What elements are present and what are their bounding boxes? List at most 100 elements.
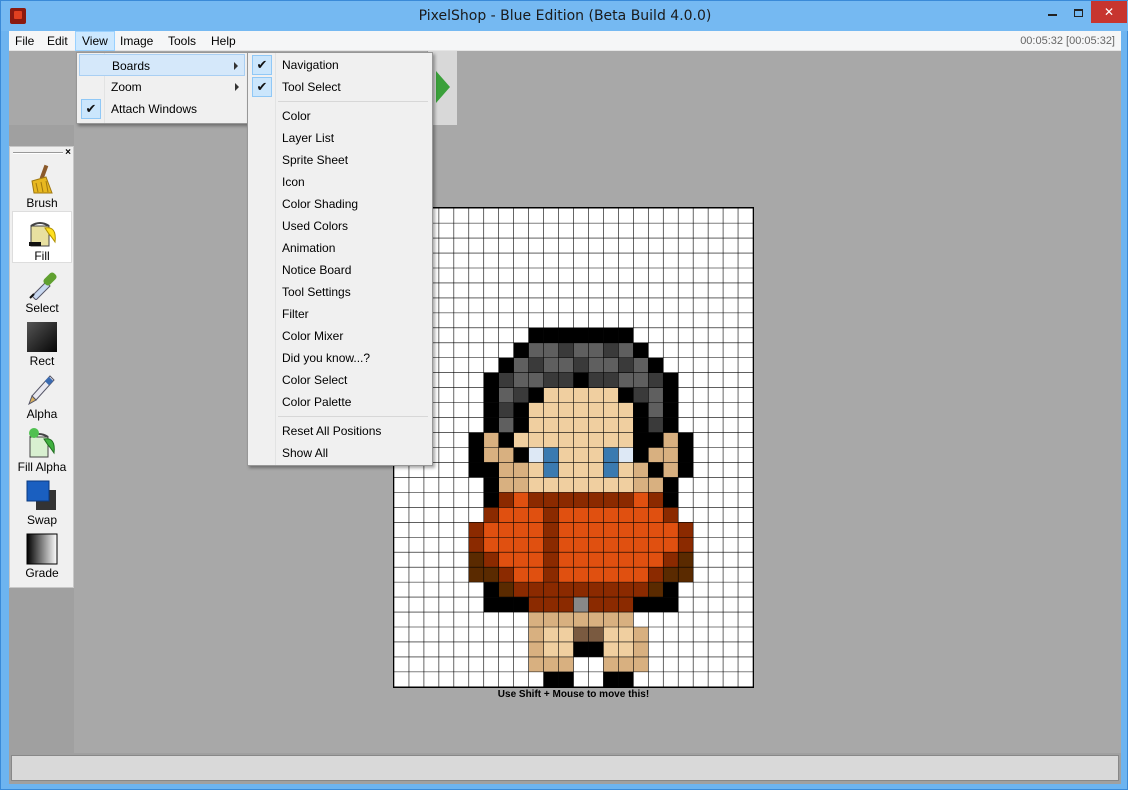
menu-item-zoom[interactable]: Zoom — [79, 76, 245, 98]
pixel — [498, 582, 514, 598]
pixel-canvas[interactable] — [393, 207, 754, 688]
pixel — [483, 462, 499, 478]
pixel — [528, 477, 544, 493]
pixel — [663, 402, 679, 418]
pixel — [498, 357, 514, 373]
pixel — [528, 447, 544, 463]
tool-brush[interactable]: Brush — [12, 159, 72, 211]
menu-item-color[interactable]: Color — [250, 105, 430, 127]
pixel — [603, 582, 619, 598]
maximize-button[interactable] — [1065, 1, 1091, 23]
pixel — [603, 477, 619, 493]
pixel — [513, 342, 529, 358]
pixel — [588, 342, 604, 358]
menu-item-sprite-sheet[interactable]: Sprite Sheet — [250, 149, 430, 171]
menu-help[interactable]: Help — [205, 31, 242, 51]
minimize-button[interactable] — [1039, 1, 1065, 23]
pixel — [663, 387, 679, 403]
tool-swap[interactable]: Swap — [12, 476, 72, 528]
tool-select[interactable]: Select — [12, 264, 72, 316]
menu-item-icon[interactable]: Icon — [250, 171, 430, 193]
pixel — [648, 567, 664, 583]
menu-image[interactable]: Image — [114, 31, 159, 51]
tool-swap-label: Swap — [26, 513, 58, 527]
pixel — [618, 462, 634, 478]
pixel — [633, 372, 649, 388]
menu-item-show-all[interactable]: Show All — [250, 442, 430, 464]
pixel — [573, 372, 589, 388]
tool-rect[interactable]: Rect — [12, 317, 72, 369]
menu-item-layer-list[interactable]: Layer List — [250, 127, 430, 149]
menu-item-used-colors[interactable]: Used Colors — [250, 215, 430, 237]
menu-item-color-shading[interactable]: Color Shading — [250, 193, 430, 215]
tool-grade[interactable]: Grade — [12, 529, 72, 581]
pixel — [498, 522, 514, 538]
menu-item-attach-windows[interactable]: ✔ Attach Windows — [79, 98, 245, 120]
menu-tools[interactable]: Tools — [162, 31, 202, 51]
menu-item-color-select[interactable]: Color Select — [250, 369, 430, 391]
pixel — [468, 552, 484, 568]
menu-separator — [278, 101, 428, 102]
pixel — [588, 432, 604, 448]
close-icon: ✕ — [1103, 5, 1115, 19]
menu-item-tool-settings[interactable]: Tool Settings — [250, 281, 430, 303]
pixel — [663, 417, 679, 433]
pixel — [603, 522, 619, 538]
pixel — [603, 552, 619, 568]
menu-item-animation[interactable]: Animation — [250, 237, 430, 259]
pixel — [513, 462, 529, 478]
menu-item-filter[interactable]: Filter — [250, 303, 430, 325]
menu-view[interactable]: View — [75, 31, 115, 51]
pixel — [498, 552, 514, 568]
pixel — [603, 627, 619, 642]
pixel — [618, 582, 634, 598]
pixel — [543, 612, 559, 627]
menu-item-label: Navigation — [282, 58, 339, 72]
menu-file[interactable]: File — [9, 31, 40, 51]
menu-item-navigation[interactable]: ✔ Navigation — [250, 54, 430, 76]
pixel — [633, 342, 649, 358]
pixel — [648, 522, 664, 538]
menu-item-notice-board[interactable]: Notice Board — [250, 259, 430, 281]
canvas-move-hint: Use Shift + Mouse to move this! — [497, 689, 650, 700]
tool-alpha[interactable]: Alpha — [12, 370, 72, 422]
toolbox-close-icon[interactable]: × — [65, 148, 71, 158]
pixel — [498, 492, 514, 508]
menu-item-reset-all-positions[interactable]: Reset All Positions — [250, 420, 430, 442]
menu-item-color-palette[interactable]: Color Palette — [250, 391, 430, 413]
menu-item-color-mixer[interactable]: Color Mixer — [250, 325, 430, 347]
pixel — [483, 492, 499, 508]
menu-item-did-you-know[interactable]: Did you know...? — [250, 347, 430, 369]
pixel — [513, 582, 529, 598]
tool-fill[interactable]: Fill — [12, 211, 72, 263]
arrow-right-icon[interactable] — [436, 71, 450, 103]
pixel — [618, 492, 634, 508]
pixel — [483, 432, 499, 448]
pixel — [573, 447, 589, 463]
tool-fill-alpha[interactable]: Fill Alpha — [12, 423, 72, 475]
pixel — [573, 582, 589, 598]
pixel — [618, 522, 634, 538]
pixel — [633, 656, 649, 672]
pixel — [483, 537, 499, 553]
tool-fill-alpha-label: Fill Alpha — [17, 460, 67, 474]
pixel — [603, 597, 619, 613]
pixel — [498, 537, 514, 553]
pixel — [513, 537, 529, 553]
pixel — [633, 582, 649, 598]
menu-item-boards[interactable]: Boards — [79, 54, 245, 76]
pixel — [648, 492, 664, 508]
pixel — [558, 387, 574, 403]
menu-edit[interactable]: Edit — [41, 31, 74, 51]
close-button[interactable]: ✕ — [1091, 1, 1127, 23]
tool-brush-label: Brush — [26, 196, 58, 210]
pixel — [558, 447, 574, 463]
toolbox-grip[interactable] — [13, 152, 63, 154]
pixel — [573, 432, 589, 448]
title-bar[interactable]: PixelShop - Blue Edition (Beta Build 4.0… — [1, 1, 1128, 31]
menu-item-tool-select[interactable]: ✔ Tool Select — [250, 76, 430, 98]
pixel — [648, 357, 664, 373]
pixel — [633, 507, 649, 523]
pixel — [528, 372, 544, 388]
pixel — [618, 537, 634, 553]
